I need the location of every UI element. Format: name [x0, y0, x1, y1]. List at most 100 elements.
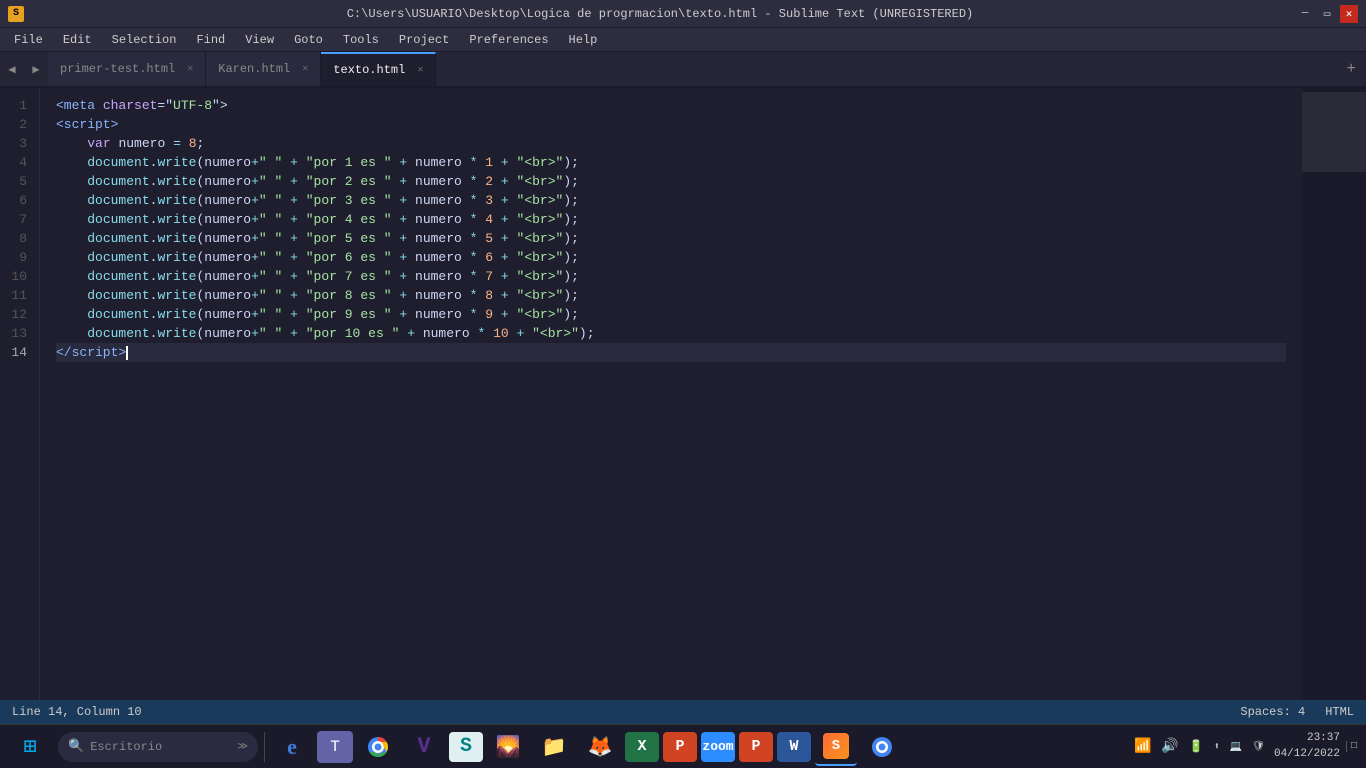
taskbar-powerpoint[interactable]: P: [739, 732, 773, 762]
menu-tools[interactable]: Tools: [333, 31, 389, 49]
status-bar-right: Spaces: 4 HTML: [1240, 705, 1354, 719]
tray-icon-2: 💻: [1227, 741, 1245, 753]
taskbar-publisher[interactable]: P: [663, 732, 697, 762]
menu-project[interactable]: Project: [389, 31, 459, 49]
battery-icon: 🔋: [1186, 739, 1207, 754]
line-num: 11: [8, 286, 27, 305]
tab-label: primer-test.html: [60, 62, 175, 76]
editor: 1 2 3 4 5 6 7 8 9 10 11 12 13 14 <meta c…: [0, 88, 1366, 700]
code-line-12: document.write(numero+" " + "por 9 es " …: [56, 305, 1286, 324]
maximize-button[interactable]: ▭: [1318, 5, 1336, 23]
tab-primer-test[interactable]: primer-test.html ✕: [48, 52, 206, 86]
code-area[interactable]: <meta charset="UTF-8"> <script> var nume…: [40, 88, 1302, 700]
code-line-4: document.write(numero+" " + "por 1 es " …: [56, 153, 1286, 172]
menu-file[interactable]: File: [4, 31, 53, 49]
tab-close-primer-test[interactable]: ✕: [187, 63, 193, 75]
taskbar-files[interactable]: 📁: [533, 728, 575, 766]
tab-karen[interactable]: Karen.html ✕: [206, 52, 321, 86]
tray-icon-1: ⬆: [1211, 741, 1223, 753]
minimap-viewport: [1302, 92, 1366, 172]
line-num: 4: [8, 153, 27, 172]
clock-date: 04/12/2022: [1274, 747, 1340, 762]
taskbar-sublime[interactable]: S: [815, 728, 857, 766]
code-line-11: document.write(numero+" " + "por 8 es " …: [56, 286, 1286, 305]
notification-area: 📶 🔊 🔋 ⬆ 💻 🛡: [1131, 738, 1268, 755]
taskbar-zoom[interactable]: zoom: [701, 732, 735, 762]
taskbar-photos[interactable]: 🌄: [487, 728, 529, 766]
taskbar-sharepoint[interactable]: S: [449, 732, 483, 762]
taskbar-chrome2[interactable]: [861, 728, 903, 766]
new-tab-button[interactable]: +: [1336, 52, 1366, 86]
search-icon: 🔍: [68, 739, 84, 754]
code-line-8: document.write(numero+" " + "por 5 es " …: [56, 229, 1286, 248]
network-icon: 📶: [1131, 738, 1154, 755]
taskbar-word[interactable]: W: [777, 732, 811, 762]
volume-icon: 🔊: [1158, 738, 1181, 755]
menu-view[interactable]: View: [235, 31, 284, 49]
start-button[interactable]: ⊞: [6, 728, 54, 766]
search-label: Escritorio: [90, 740, 162, 754]
taskbar-right: 📶 🔊 🔋 ⬆ 💻 🛡 23:37 04/12/2022 □: [1131, 731, 1360, 762]
taskbar-excel[interactable]: X: [625, 732, 659, 762]
tab-texto[interactable]: texto.html ✕: [321, 52, 436, 86]
taskbar-edge[interactable]: e: [271, 728, 313, 766]
tab-close-karen[interactable]: ✕: [302, 63, 308, 75]
taskbar-separator: [264, 732, 265, 762]
status-bar: Line 14, Column 10 Spaces: 4 HTML: [0, 700, 1366, 724]
line-num: 2: [8, 115, 27, 134]
status-position: Line 14, Column 10: [12, 705, 142, 719]
search-box[interactable]: 🔍 Escritorio ≫: [58, 732, 258, 762]
search-expand-icon: ≫: [238, 741, 248, 753]
menu-help[interactable]: Help: [559, 31, 608, 49]
code-line-3: var numero = 8;: [56, 134, 1286, 153]
code-line-6: document.write(numero+" " + "por 3 es " …: [56, 191, 1286, 210]
menu-bar: File Edit Selection Find View Goto Tools…: [0, 28, 1366, 52]
line-num: 3: [8, 134, 27, 153]
taskbar-teams[interactable]: T: [317, 731, 353, 763]
code-line-13: document.write(numero+" " + "por 10 es "…: [56, 324, 1286, 343]
tab-nav-next[interactable]: ▶: [24, 52, 48, 86]
minimap: <meta charset="UTF-8"> <script> var nume…: [1302, 88, 1366, 700]
minimize-button[interactable]: ─: [1296, 5, 1314, 23]
line-numbers: 1 2 3 4 5 6 7 8 9 10 11 12 13 14: [0, 88, 40, 700]
line-num: 6: [8, 191, 27, 210]
code-line-7: document.write(numero+" " + "por 4 es " …: [56, 210, 1286, 229]
line-num: 7: [8, 210, 27, 229]
clock-time: 23:37: [1274, 731, 1340, 746]
line-num: 9: [8, 248, 27, 267]
code-line-5: document.write(numero+" " + "por 2 es " …: [56, 172, 1286, 191]
close-button[interactable]: ✕: [1340, 5, 1358, 23]
tab-label: Karen.html: [218, 62, 290, 76]
show-desktop[interactable]: □: [1346, 741, 1360, 752]
title-bar: S C:\Users\USUARIO\Desktop\Logica de pro…: [0, 0, 1366, 28]
status-encoding: HTML: [1325, 705, 1354, 719]
clock[interactable]: 23:37 04/12/2022: [1274, 731, 1340, 762]
line-num: 12: [8, 305, 27, 324]
code-line-9: document.write(numero+" " + "por 6 es " …: [56, 248, 1286, 267]
status-spaces: Spaces: 4: [1240, 705, 1305, 719]
taskbar-chrome[interactable]: [357, 728, 399, 766]
code-line-14: </script>: [56, 343, 1286, 362]
line-num-active: 14: [8, 343, 27, 362]
title-bar-controls: ─ ▭ ✕: [1296, 5, 1358, 23]
taskbar-visio[interactable]: V: [403, 728, 445, 766]
line-num: 8: [8, 229, 27, 248]
line-num: 1: [8, 96, 27, 115]
tab-label: texto.html: [333, 63, 405, 77]
taskbar: ⊞ 🔍 Escritorio ≫ e T V S 🌄 📁 🦊 X P zoom …: [0, 724, 1366, 768]
taskbar-firefox[interactable]: 🦊: [579, 728, 621, 766]
menu-goto[interactable]: Goto: [284, 31, 333, 49]
sublime-icon: S: [823, 733, 849, 759]
tab-nav-prev[interactable]: ◀: [0, 52, 24, 86]
menu-find[interactable]: Find: [186, 31, 235, 49]
code-line-1: <meta charset="UTF-8">: [56, 96, 1286, 115]
menu-selection[interactable]: Selection: [102, 31, 187, 49]
menu-edit[interactable]: Edit: [53, 31, 102, 49]
line-num: 5: [8, 172, 27, 191]
code-line-10: document.write(numero+" " + "por 7 es " …: [56, 267, 1286, 286]
code-line-2: <script>: [56, 115, 1286, 134]
tab-close-texto[interactable]: ✕: [417, 64, 423, 76]
app-icon: S: [8, 6, 24, 22]
title-bar-text: C:\Users\USUARIO\Desktop\Logica de progr…: [24, 7, 1296, 21]
menu-preferences[interactable]: Preferences: [459, 31, 558, 49]
